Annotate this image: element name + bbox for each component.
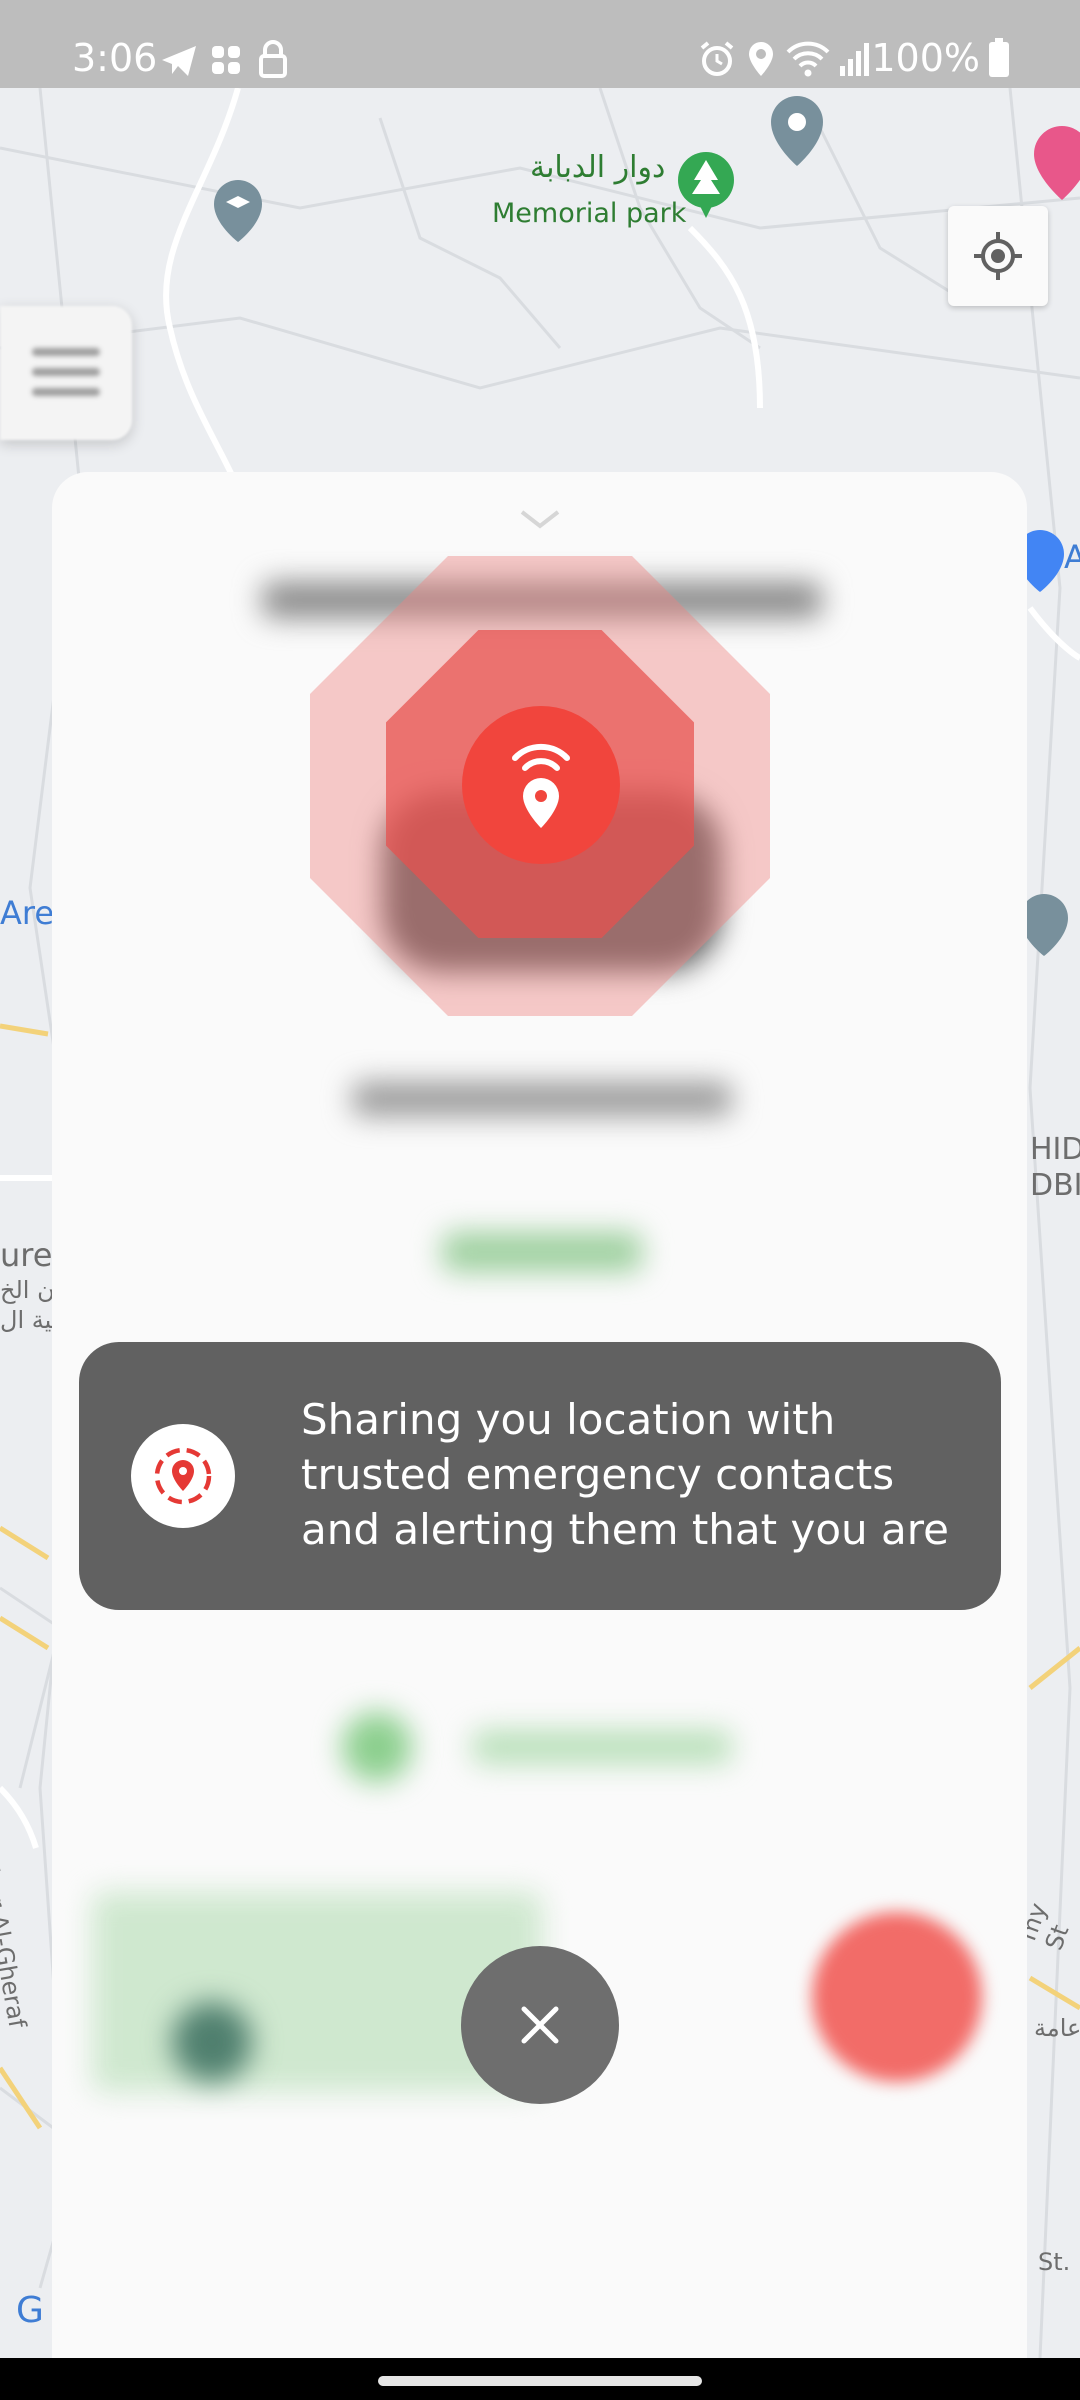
close-icon [521, 2006, 559, 2044]
school-marker-icon [214, 180, 262, 242]
location-broadcast-icon [512, 743, 570, 828]
signal-icon [840, 43, 869, 76]
telegram-icon [162, 46, 196, 76]
map-label-memorial-park: Memorial park [492, 198, 687, 229]
map-label-hid: HID [1030, 1132, 1080, 1167]
wifi-icon [786, 41, 830, 77]
museum-marker-icon [1020, 894, 1068, 956]
battery-icon [989, 38, 1009, 77]
sos-radar [310, 556, 770, 1016]
toast-message: Sharing you location with trusted emerge… [301, 1395, 949, 1554]
hotel-marker-icon [1034, 126, 1080, 200]
sos-location-button[interactable] [462, 706, 620, 864]
blurred-row-text [472, 1730, 732, 1764]
location-sharing-icon [154, 1447, 212, 1505]
map-label-dbi: DBI [1030, 1168, 1080, 1203]
place-pin-icon [771, 96, 823, 166]
map-label-st: St. [1038, 2248, 1071, 2276]
crosshair-icon [974, 232, 1022, 280]
alarm-icon [700, 41, 734, 76]
map-label-a: A [1064, 538, 1080, 576]
chevron-down-icon[interactable] [518, 508, 562, 530]
toast-icon-circle [131, 1424, 235, 1528]
blurred-name [352, 1082, 732, 1116]
my-location-button[interactable] [948, 206, 1048, 306]
home-handle[interactable] [378, 2376, 702, 2386]
blurred-sos-fab [812, 1912, 982, 2082]
status-time: 3:06 [72, 36, 158, 80]
battery-percent: 100% [871, 36, 980, 80]
location-sharing-toast: Sharing you location with trusted emerge… [79, 1342, 1001, 1610]
lock-icon [259, 40, 287, 78]
map-label-ar-right: عامة [1034, 2014, 1080, 2042]
status-bar: 3:06 100% [0, 0, 1080, 88]
map-label-ar-left-2: نية ال [0, 1306, 59, 1334]
location-icon [749, 42, 773, 76]
close-button[interactable] [461, 1946, 619, 2104]
map-label-arabic: دوار الدبابة [530, 150, 666, 185]
menu-button[interactable] [0, 306, 132, 440]
blurred-status [442, 1232, 642, 1272]
navigation-bar [0, 2358, 1080, 2400]
app-icon [212, 46, 240, 74]
blurred-card-avatar [172, 2002, 252, 2082]
blurred-row-icon [342, 1712, 412, 1782]
map-label-g: G [16, 2290, 44, 2331]
